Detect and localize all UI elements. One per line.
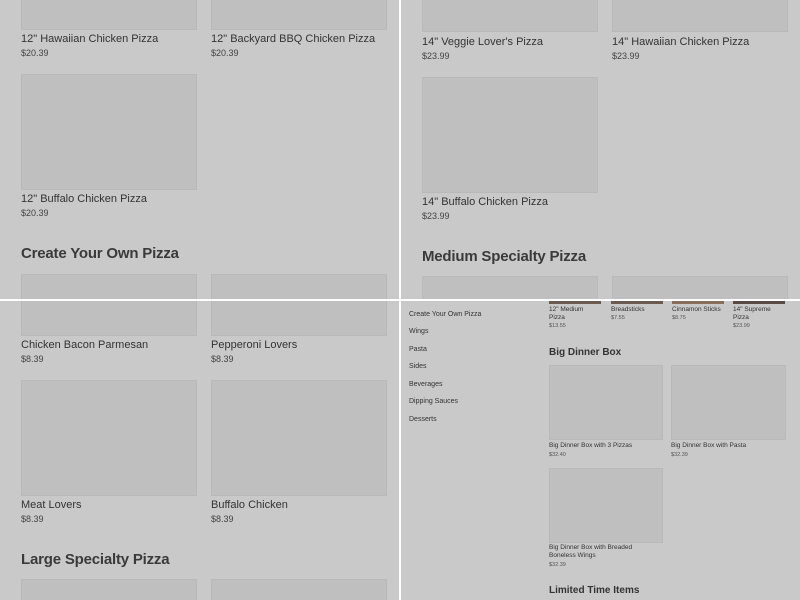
menu-item-name[interactable]: 14" Veggie Lover's Pizza: [422, 36, 543, 48]
menu-item-name[interactable]: Big Dinner Box with Pasta: [671, 442, 786, 450]
menu-item-image[interactable]: [21, 579, 197, 600]
menu-item-price: $8.39: [21, 354, 44, 364]
menu-item-price: $7.55: [611, 315, 625, 321]
sidebar-item[interactable]: Wings: [409, 328, 428, 335]
menu-item-image[interactable]: [211, 300, 387, 336]
menu-item-image[interactable]: [211, 380, 387, 496]
menu-item-price: $8.39: [211, 354, 234, 364]
sidebar-item[interactable]: Sides: [409, 363, 427, 370]
menu-item-name[interactable]: Chicken Bacon Parmesan: [21, 339, 148, 351]
sidebar-item[interactable]: Desserts: [409, 416, 437, 423]
menu-item-image[interactable]: [211, 0, 387, 30]
menu-item-price: $23.99: [612, 51, 640, 61]
menu-item-image[interactable]: [21, 300, 197, 336]
menu-item-price: $20.39: [21, 208, 49, 218]
menu-panel-medium-pizza: 14" Veggie Lover's Pizza $23.99 14" Hawa…: [400, 0, 800, 300]
menu-item-image[interactable]: [549, 365, 663, 440]
menu-item-name[interactable]: 12" Hawaiian Chicken Pizza: [21, 33, 158, 45]
section-heading: Big Dinner Box: [549, 347, 622, 358]
sidebar-item[interactable]: Beverages: [409, 381, 442, 388]
menu-item-name[interactable]: 14" Hawaiian Chicken Pizza: [612, 36, 749, 48]
quadrant-divider-horizontal: [0, 299, 800, 301]
menu-item-image[interactable]: [21, 380, 197, 496]
menu-item-price: $32.39: [671, 452, 688, 458]
menu-item-price: $20.39: [21, 48, 49, 58]
menu-item-name[interactable]: 14" Buffalo Chicken Pizza: [422, 196, 548, 208]
menu-item-price: $8.75: [672, 315, 686, 321]
menu-item-price: $23.99: [422, 211, 450, 221]
menu-item-price: $13.55: [549, 323, 566, 329]
menu-item-image[interactable]: [211, 579, 387, 600]
menu-item-name[interactable]: Breadsticks: [611, 306, 666, 314]
menu-panel-sidebar-view: Create Your Own Pizza Wings Pasta Sides …: [400, 300, 800, 600]
sidebar-item[interactable]: Create Your Own Pizza: [409, 311, 481, 318]
menu-item-image[interactable]: [422, 77, 598, 193]
menu-item-price: $23.99: [733, 323, 750, 329]
menu-item-name[interactable]: 12" Backyard BBQ Chicken Pizza: [211, 33, 375, 45]
menu-item-name[interactable]: Pepperoni Lovers: [211, 339, 297, 351]
menu-item-price: $8.39: [211, 514, 234, 524]
menu-item-price: $32.40: [549, 452, 566, 458]
menu-item-price: $32.39: [549, 562, 566, 568]
menu-item-image[interactable]: [422, 276, 598, 300]
section-heading: Large Specialty Pizza: [21, 551, 170, 568]
menu-item-name[interactable]: Meat Lovers: [21, 499, 82, 511]
menu-item-image[interactable]: [21, 0, 197, 30]
menu-item-image[interactable]: [549, 468, 663, 543]
menu-item-image[interactable]: [211, 274, 387, 300]
menu-panel-create-your-own: Chicken Bacon Parmesan $8.39 Pepperoni L…: [0, 300, 400, 600]
menu-item-image[interactable]: [21, 74, 197, 190]
menu-item-image[interactable]: [671, 365, 786, 440]
menu-item-name[interactable]: 12" Buffalo Chicken Pizza: [21, 193, 147, 205]
menu-item-price: $20.39: [211, 48, 239, 58]
menu-item-price: $23.99: [422, 51, 450, 61]
sidebar-item[interactable]: Pasta: [409, 346, 427, 353]
menu-item-image[interactable]: [21, 274, 197, 300]
menu-item-name[interactable]: Cinnamon Sticks: [672, 306, 732, 314]
menu-item-image[interactable]: [422, 0, 598, 32]
menu-item-price: $8.39: [21, 514, 44, 524]
section-heading: Create Your Own Pizza: [21, 245, 179, 262]
section-heading: Limited Time Items: [549, 585, 640, 596]
menu-item-image[interactable]: [612, 0, 788, 32]
menu-item-name[interactable]: Big Dinner Box with 3 Pizzas: [549, 442, 663, 450]
menu-item-name[interactable]: Big Dinner Box with Breaded Boneless Win…: [549, 544, 644, 560]
section-heading: Medium Specialty Pizza: [422, 248, 586, 265]
menu-item-image[interactable]: [612, 276, 788, 300]
menu-item-name[interactable]: 14" Supreme Pizza: [733, 306, 783, 322]
menu-panel-large-chicken: 12" Hawaiian Chicken Pizza $20.39 12" Ba…: [0, 0, 400, 300]
menu-item-name[interactable]: Buffalo Chicken: [211, 499, 288, 511]
menu-item-name[interactable]: 12" Medium Pizza: [549, 306, 599, 322]
sidebar-item[interactable]: Dipping Sauces: [409, 398, 458, 405]
